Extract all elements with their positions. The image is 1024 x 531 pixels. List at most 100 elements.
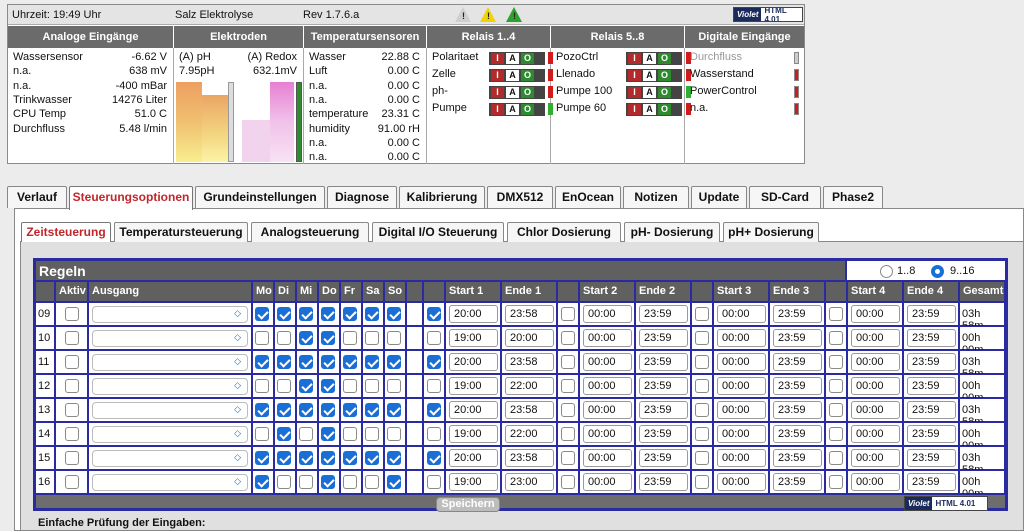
- day-checkbox[interactable]: [299, 451, 313, 465]
- subtab-6[interactable]: pH+ Dosierung: [723, 222, 819, 242]
- enable-2-checkbox[interactable]: [561, 379, 575, 393]
- s4-time-input[interactable]: 00:00: [851, 377, 900, 395]
- s4-time-input[interactable]: 00:00: [851, 449, 900, 467]
- ausgang-select[interactable]: ◇: [92, 426, 248, 443]
- day-checkbox[interactable]: [387, 331, 401, 345]
- en1-time-input[interactable]: 22:00: [505, 425, 554, 443]
- enable-2-checkbox[interactable]: [561, 403, 575, 417]
- relais-btn-on[interactable]: I: [628, 104, 641, 115]
- en3-time-input[interactable]: 23:59: [773, 305, 822, 323]
- day-checkbox[interactable]: [387, 355, 401, 369]
- relais-btn-off[interactable]: O: [521, 70, 534, 81]
- relais-btn-on[interactable]: I: [491, 53, 504, 64]
- day-checkbox[interactable]: [387, 307, 401, 321]
- enable-2-checkbox[interactable]: [561, 331, 575, 345]
- s1-time-input[interactable]: 20:00: [449, 449, 498, 467]
- day-checkbox[interactable]: [387, 475, 401, 489]
- s4-time-input[interactable]: 00:00: [851, 329, 900, 347]
- day-checkbox[interactable]: [387, 379, 401, 393]
- tab-dmx512[interactable]: DMX512: [487, 186, 553, 208]
- relais-btn-off[interactable]: O: [521, 53, 534, 64]
- relais-btn-auto[interactable]: A: [643, 104, 656, 115]
- day-checkbox[interactable]: [321, 451, 335, 465]
- day-checkbox[interactable]: [277, 379, 291, 393]
- enable-3-checkbox[interactable]: [695, 427, 709, 441]
- aktiv-checkbox[interactable]: [65, 355, 79, 369]
- day-checkbox[interactable]: [277, 475, 291, 489]
- day-checkbox[interactable]: [321, 427, 335, 441]
- s4-time-input[interactable]: 00:00: [851, 305, 900, 323]
- relais-switch[interactable]: IAO: [626, 103, 682, 116]
- s4-time-input[interactable]: 00:00: [851, 353, 900, 371]
- relais-btn-auto[interactable]: A: [506, 53, 519, 64]
- aktiv-checkbox[interactable]: [65, 331, 79, 345]
- range-9-16-radio[interactable]: [931, 265, 944, 278]
- s3-time-input[interactable]: 00:00: [717, 449, 766, 467]
- enable-3-checkbox[interactable]: [695, 475, 709, 489]
- enable-2-checkbox[interactable]: [561, 475, 575, 489]
- en1-time-input[interactable]: 20:00: [505, 329, 554, 347]
- s3-time-input[interactable]: 00:00: [717, 473, 766, 491]
- day-checkbox[interactable]: [343, 331, 357, 345]
- day-checkbox[interactable]: [277, 427, 291, 441]
- en4-time-input[interactable]: 23:59: [907, 401, 956, 419]
- relais-btn-auto[interactable]: A: [643, 70, 656, 81]
- subtab-4[interactable]: Chlor Dosierung: [507, 222, 621, 242]
- tab-notizen[interactable]: Notizen: [623, 186, 689, 208]
- aktiv-checkbox[interactable]: [65, 307, 79, 321]
- en1-time-input[interactable]: 23:00: [505, 473, 554, 491]
- enable-3-checkbox[interactable]: [695, 451, 709, 465]
- s3-time-input[interactable]: 00:00: [717, 425, 766, 443]
- day-checkbox[interactable]: [321, 307, 335, 321]
- relais-switch[interactable]: IAO: [489, 86, 545, 99]
- subtab-2[interactable]: Analogsteuerung: [251, 222, 369, 242]
- ausgang-select[interactable]: ◇: [92, 306, 248, 323]
- enable-4-checkbox[interactable]: [829, 355, 843, 369]
- day-checkbox[interactable]: [343, 379, 357, 393]
- day-checkbox[interactable]: [277, 403, 291, 417]
- en4-time-input[interactable]: 23:59: [907, 473, 956, 491]
- day-checkbox[interactable]: [365, 475, 379, 489]
- relais-btn-auto[interactable]: A: [506, 87, 519, 98]
- en2-time-input[interactable]: 23:59: [639, 449, 688, 467]
- subtab-1[interactable]: Temperatursteuerung: [114, 222, 248, 242]
- day-checkbox[interactable]: [387, 451, 401, 465]
- relais-btn-off[interactable]: O: [521, 104, 534, 115]
- en4-time-input[interactable]: 23:59: [907, 305, 956, 323]
- s1-time-input[interactable]: 19:00: [449, 377, 498, 395]
- tab-enocean[interactable]: EnOcean: [555, 186, 621, 208]
- enable-1-checkbox[interactable]: [427, 331, 441, 345]
- enable-1-checkbox[interactable]: [427, 403, 441, 417]
- day-checkbox[interactable]: [255, 331, 269, 345]
- day-checkbox[interactable]: [321, 475, 335, 489]
- day-checkbox[interactable]: [299, 475, 313, 489]
- en4-time-input[interactable]: 23:59: [907, 377, 956, 395]
- day-checkbox[interactable]: [365, 427, 379, 441]
- relais-btn-on[interactable]: I: [491, 87, 504, 98]
- enable-2-checkbox[interactable]: [561, 307, 575, 321]
- s3-time-input[interactable]: 00:00: [717, 377, 766, 395]
- s2-time-input[interactable]: 00:00: [583, 305, 632, 323]
- en1-time-input[interactable]: 23:58: [505, 353, 554, 371]
- aktiv-checkbox[interactable]: [65, 427, 79, 441]
- tab-phase2[interactable]: Phase2: [823, 186, 883, 208]
- en2-time-input[interactable]: 23:59: [639, 353, 688, 371]
- en2-time-input[interactable]: 23:59: [639, 473, 688, 491]
- relais-switch[interactable]: IAO: [626, 69, 682, 82]
- day-checkbox[interactable]: [321, 355, 335, 369]
- en2-time-input[interactable]: 23:59: [639, 305, 688, 323]
- s2-time-input[interactable]: 00:00: [583, 353, 632, 371]
- subtab-5[interactable]: pH- Dosierung: [624, 222, 720, 242]
- enable-2-checkbox[interactable]: [561, 355, 575, 369]
- s2-time-input[interactable]: 00:00: [583, 449, 632, 467]
- day-checkbox[interactable]: [387, 403, 401, 417]
- en1-time-input[interactable]: 23:58: [505, 449, 554, 467]
- enable-4-checkbox[interactable]: [829, 379, 843, 393]
- en4-time-input[interactable]: 23:59: [907, 425, 956, 443]
- s2-time-input[interactable]: 00:00: [583, 425, 632, 443]
- tab-grundeinstellungen[interactable]: Grundeinstellungen: [195, 186, 325, 208]
- s3-time-input[interactable]: 00:00: [717, 329, 766, 347]
- day-checkbox[interactable]: [255, 379, 269, 393]
- enable-4-checkbox[interactable]: [829, 451, 843, 465]
- day-checkbox[interactable]: [365, 379, 379, 393]
